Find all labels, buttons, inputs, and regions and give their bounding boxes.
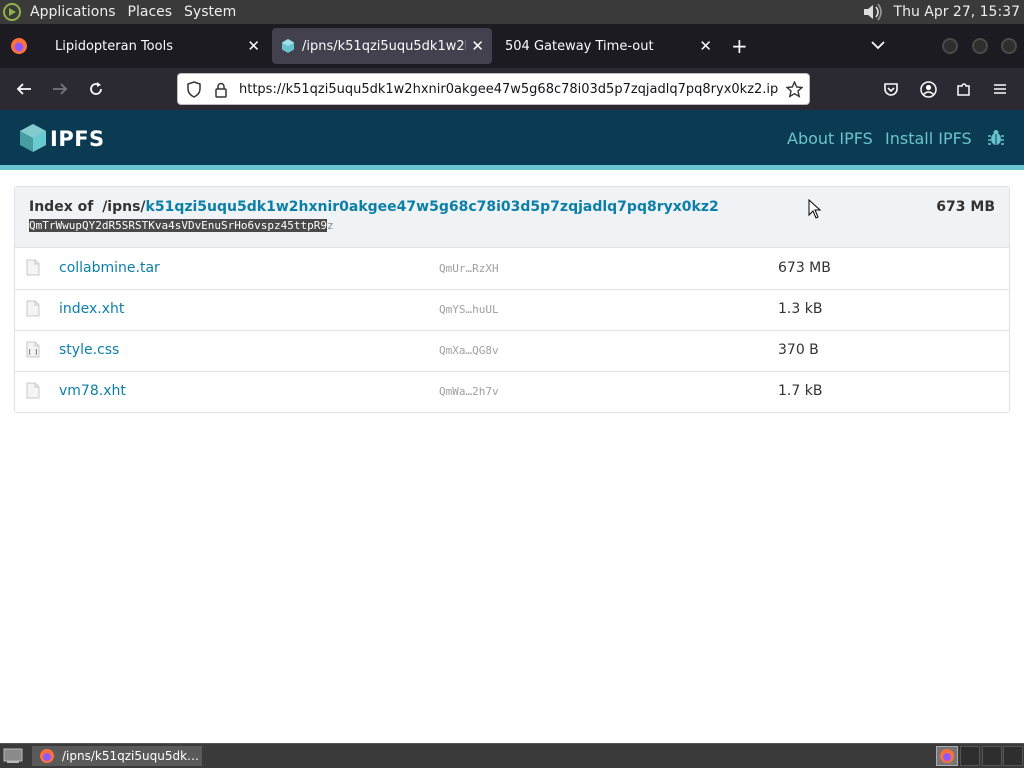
- system-menu[interactable]: System: [178, 0, 242, 24]
- url-bar[interactable]: https://k51qzi5uqu5dk1w2hxnir0akgee47w5g…: [177, 73, 810, 105]
- workspace-3[interactable]: [982, 746, 1002, 766]
- file-size: 673 MB: [778, 260, 831, 276]
- about-ipfs-link[interactable]: About IPFS: [787, 129, 873, 148]
- bottom-taskbar: /ipns/k51qzi5uqu5dk…: [0, 743, 1024, 768]
- root-cid-selected: QmTrWwupQY2dR5SRSTKva4sVDvEnuSrHo6vspz45…: [29, 219, 328, 232]
- workspace-firefox-icon[interactable]: [936, 746, 958, 766]
- file-icon: [26, 300, 40, 317]
- file-hash-link[interactable]: QmXa…QG8v: [439, 344, 499, 357]
- file-hash-link[interactable]: QmWa…2h7v: [439, 385, 499, 398]
- css-file-icon: [26, 341, 40, 358]
- tab-strip: Lipidopteran Tools ✕ /ipns/k51qzi5uqu5dk…: [0, 24, 1024, 68]
- close-icon[interactable]: ✕: [699, 37, 712, 55]
- minimize-window-icon[interactable]: [942, 38, 958, 54]
- ipfs-logo-icon[interactable]: [20, 124, 46, 152]
- file-name-link[interactable]: vm78.xht: [59, 383, 126, 399]
- taskbar-window-title: /ipns/k51qzi5uqu5dk…: [62, 749, 200, 763]
- volume-icon[interactable]: [860, 1, 886, 23]
- url-text[interactable]: https://k51qzi5uqu5dk1w2hxnir0akgee47w5g…: [239, 82, 779, 97]
- close-window-icon[interactable]: [1001, 38, 1017, 54]
- index-label: Index of: [29, 199, 94, 215]
- file-name-link[interactable]: style.css: [59, 342, 119, 358]
- maximize-window-icon[interactable]: [972, 38, 988, 54]
- top-panel: Applications Places System Thu Apr 27, 1…: [0, 0, 1024, 24]
- root-cid[interactable]: QmTrWwupQY2dR5SRSTKva4sVDvEnuSrHo6vspz45…: [29, 219, 334, 232]
- new-tab-icon[interactable]: +: [731, 34, 748, 58]
- tab-504-gateway-timeout[interactable]: 504 Gateway Time-out ✕: [496, 28, 720, 64]
- show-desktop-icon[interactable]: [3, 748, 23, 768]
- gnome-logo-icon[interactable]: [0, 0, 24, 24]
- reload-icon[interactable]: [84, 77, 108, 101]
- directory-listing: Index of /ipns/k51qzi5uqu5dk1w2hxnir0akg…: [14, 186, 1010, 413]
- pocket-icon[interactable]: [879, 77, 903, 101]
- bookmark-star-icon[interactable]: [785, 80, 804, 102]
- places-menu[interactable]: Places: [122, 0, 179, 24]
- tab-ipns[interactable]: /ipns/k51qzi5uqu5dk1w2hxnir0akgee47w5g68…: [272, 28, 492, 64]
- file-hash-link[interactable]: QmYS…huUL: [439, 303, 499, 316]
- ipfs-brand[interactable]: IPFS: [50, 127, 105, 151]
- firefox-menu-icon[interactable]: [10, 37, 28, 55]
- extensions-puzzle-icon[interactable]: [952, 77, 976, 101]
- total-size: 673 MB: [936, 199, 995, 215]
- navigation-bar: https://k51qzi5uqu5dk1w2hxnir0akgee47w5g…: [0, 68, 1024, 110]
- hamburger-menu-icon[interactable]: [988, 77, 1012, 101]
- table-row: collabmine.tar QmUr…RzXH 673 MB: [15, 249, 1009, 290]
- firefox-icon: [39, 748, 55, 766]
- lock-icon[interactable]: [214, 82, 228, 102]
- file-hash-link[interactable]: QmUr…RzXH: [439, 262, 499, 275]
- mouse-cursor-icon: [808, 198, 822, 223]
- file-icon: [26, 259, 40, 276]
- applications-menu[interactable]: Applications: [24, 0, 122, 24]
- install-ipfs-link[interactable]: Install IPFS: [885, 129, 972, 148]
- table-row: vm78.xht QmWa…2h7v 1.7 kB: [15, 372, 1009, 413]
- ipfs-header: IPFS About IPFS Install IPFS: [0, 110, 1024, 170]
- ipns-key-link[interactable]: k51qzi5uqu5dk1w2hxnir0akgee47w5g68c78i03…: [146, 199, 719, 215]
- file-name-link[interactable]: index.xht: [59, 301, 124, 317]
- path-prefix: /ipns/: [102, 199, 146, 215]
- table-row: index.xht QmYS…huUL 1.3 kB: [15, 290, 1009, 331]
- tab-title: 504 Gateway Time-out: [505, 38, 654, 54]
- back-arrow-icon[interactable]: [12, 77, 36, 101]
- workspace-4[interactable]: [1003, 746, 1023, 766]
- close-icon[interactable]: ✕: [247, 37, 260, 55]
- tracking-protection-shield-icon[interactable]: [186, 81, 202, 102]
- account-icon[interactable]: [916, 77, 940, 101]
- listing-header: Index of /ipns/k51qzi5uqu5dk1w2hxnir0akg…: [15, 187, 1009, 248]
- file-size: 1.7 kB: [778, 383, 823, 399]
- close-icon[interactable]: ✕: [471, 37, 484, 55]
- forward-arrow-icon[interactable]: [48, 77, 72, 101]
- taskbar-window-firefox[interactable]: /ipns/k51qzi5uqu5dk…: [32, 746, 202, 766]
- clock[interactable]: Thu Apr 27, 15:37: [886, 4, 1020, 20]
- tab-title: /ipns/k51qzi5uqu5dk1w2hxnir0akgee47w5g68…: [302, 38, 466, 54]
- index-heading: Index of /ipns/k51qzi5uqu5dk1w2hxnir0akg…: [29, 199, 719, 215]
- ipfs-cube-icon: [281, 39, 295, 53]
- file-name-link[interactable]: collabmine.tar: [59, 260, 160, 276]
- table-row: style.css QmXa…QG8v 370 B: [15, 331, 1009, 372]
- root-cid-rest: z: [327, 219, 334, 232]
- tab-lipidopteran-tools[interactable]: Lipidopteran Tools ✕: [42, 28, 268, 64]
- workspace-2[interactable]: [960, 746, 980, 766]
- bug-report-icon[interactable]: [986, 128, 1006, 152]
- file-size: 370 B: [778, 342, 819, 358]
- file-size: 1.3 kB: [778, 301, 823, 317]
- tab-title: Lipidopteran Tools: [55, 38, 173, 54]
- list-tabs-chevron-down-icon[interactable]: [871, 38, 885, 54]
- file-icon: [26, 382, 40, 399]
